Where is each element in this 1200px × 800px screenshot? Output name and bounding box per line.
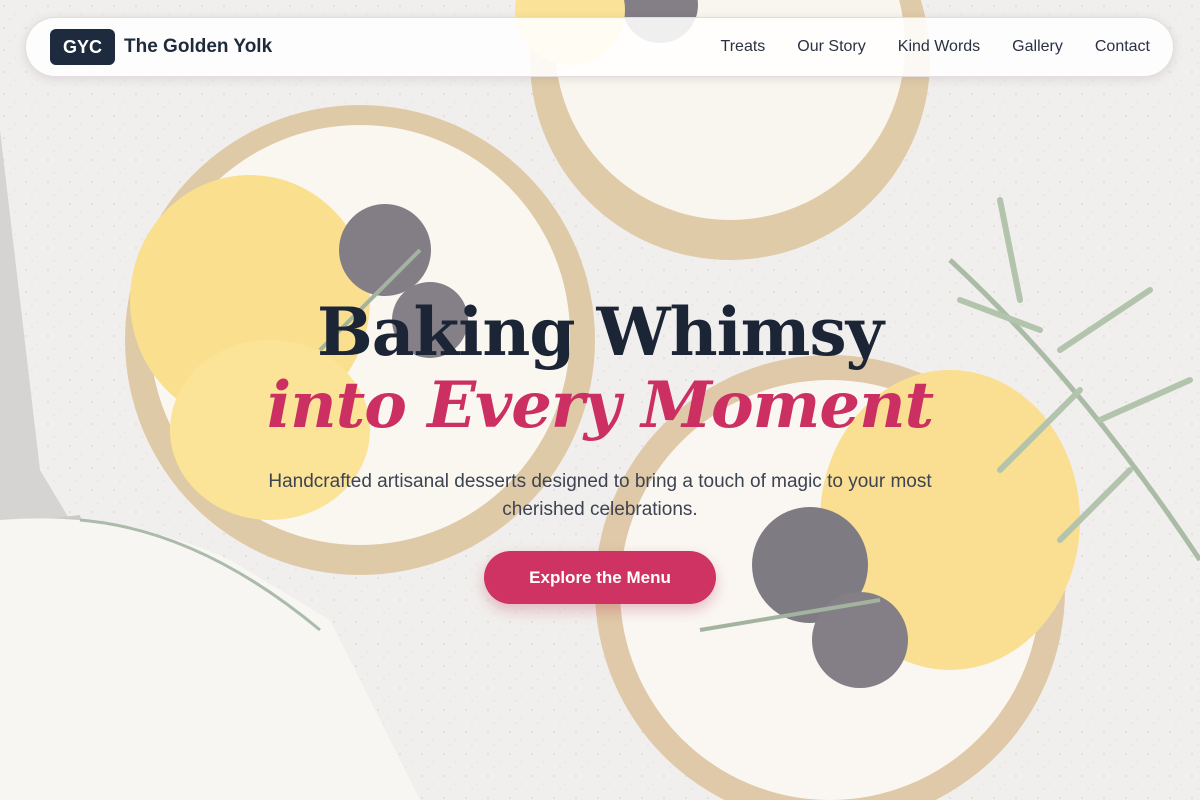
brand-name: The Golden Yolk [124, 36, 273, 57]
nav-link-our-story[interactable]: Our Story [797, 38, 865, 56]
logo-badge: GYC [50, 29, 115, 65]
hero-headline-line2: into Every Moment [266, 368, 934, 443]
hero-subtitle: Handcrafted artisanal desserts designed … [268, 471, 932, 520]
nav-link-contact[interactable]: Contact [1095, 38, 1150, 56]
nav-link-treats[interactable]: Treats [721, 38, 766, 56]
nav-links: Treats Our Story Kind Words Gallery Cont… [721, 38, 1150, 56]
nav-link-kind-words[interactable]: Kind Words [898, 38, 980, 56]
brand-link[interactable]: GYC The Golden Yolk [50, 29, 272, 65]
hero-section: Baking Whimsy into Every Moment Handcraf… [0, 292, 1200, 604]
explore-menu-button[interactable]: Explore the Menu [484, 551, 716, 604]
hero-headline-line1: Baking Whimsy [317, 293, 884, 371]
top-navbar: GYC The Golden Yolk Treats Our Story Kin… [25, 17, 1174, 77]
nav-link-gallery[interactable]: Gallery [1012, 38, 1063, 56]
